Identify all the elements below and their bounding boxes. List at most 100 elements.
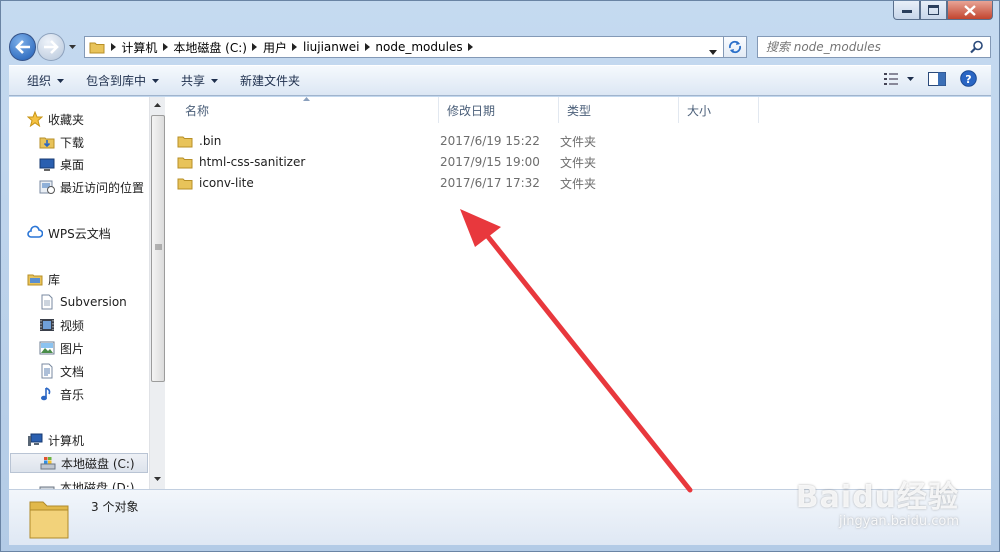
watermark-url: jingyan.baidu.com [839, 514, 959, 529]
scrollbar-thumb[interactable] [151, 115, 165, 382]
star-icon [27, 111, 43, 127]
file-type: 文件夹 [560, 176, 597, 191]
column-date-label: 修改日期 [447, 103, 496, 118]
refresh-icon [728, 40, 741, 54]
file-date: 2017/6/17 17:32 [440, 176, 540, 190]
breadcrumb-separator-icon[interactable] [157, 43, 173, 51]
content-area: 收藏夹 下载 桌面 最近访问的位置 WPS云文档 库 Subversion 视频… [9, 97, 991, 489]
maximize-icon [928, 5, 939, 15]
nav-wps-cloud[interactable]: WPS云文档 [27, 223, 111, 243]
column-name-label: 名称 [185, 103, 210, 118]
folder-icon [177, 176, 193, 190]
nav-favorites[interactable]: 收藏夹 [27, 109, 84, 129]
nav-subversion[interactable]: Subversion [39, 292, 127, 312]
nav-computer[interactable]: 计算机 [27, 430, 84, 450]
breadcrumb-user[interactable]: liujianwei [303, 40, 359, 54]
file-type: 文件夹 [560, 155, 597, 170]
column-header-type[interactable]: 类型 [559, 97, 679, 123]
organize-button[interactable]: 组织 [19, 69, 72, 93]
nav-drive-c-label: 本地磁盘 (C:) [61, 456, 135, 471]
file-row[interactable]: iconv-lite 2017/6/17 17:32 文件夹 [177, 173, 680, 193]
maximize-button[interactable] [920, 1, 947, 20]
nav-wps-cloud-label: WPS云文档 [48, 226, 111, 241]
forward-button[interactable] [37, 33, 65, 61]
breadcrumb-users[interactable]: 用户 [263, 39, 287, 56]
file-row[interactable]: html-css-sanitizer 2017/9/15 19:00 文件夹 [177, 152, 680, 172]
breadcrumb-separator-icon[interactable] [463, 43, 479, 51]
grip-icon [155, 244, 162, 250]
search-icon[interactable] [970, 40, 984, 57]
scroll-down-icon[interactable] [154, 477, 161, 481]
libraries-icon [27, 271, 43, 287]
column-header-size[interactable]: 大小 [679, 97, 759, 123]
caption-buttons [893, 1, 993, 20]
breadcrumb-drive-c[interactable]: 本地磁盘 (C:) [173, 39, 247, 56]
file-name: iconv-lite [199, 176, 254, 190]
nav-desktop-label: 桌面 [60, 157, 85, 172]
svg-text:?: ? [965, 73, 971, 86]
details-view-icon [884, 72, 898, 85]
column-header-date[interactable]: 修改日期 [439, 97, 559, 123]
nav-downloads[interactable]: 下载 [39, 132, 84, 152]
documents-icon [39, 363, 55, 379]
nav-pictures[interactable]: 图片 [39, 338, 84, 358]
nav-drive-d[interactable]: 本地磁盘 (D:) [39, 477, 134, 489]
nav-recent-places[interactable]: 最近访问的位置 [39, 177, 144, 197]
minimize-icon [901, 10, 912, 13]
recent-pages-dropdown[interactable] [67, 45, 79, 49]
address-row: 计算机 本地磁盘 (C:) 用户 liujianwei node_modules [9, 31, 991, 63]
include-in-library-button[interactable]: 包含到库中 [78, 69, 167, 93]
pictures-icon [39, 340, 55, 356]
explorer-window: 计算机 本地磁盘 (C:) 用户 liujianwei node_modules [0, 0, 1000, 552]
recent-places-icon [39, 179, 55, 195]
column-type-label: 类型 [567, 103, 592, 118]
help-button[interactable]: ? [960, 70, 977, 87]
watermark-brand: Baidu经验 [795, 480, 959, 515]
back-button[interactable] [9, 33, 37, 61]
cloud-icon [27, 225, 43, 241]
nav-documents-label: 文档 [60, 364, 85, 379]
folder-icon [177, 155, 193, 169]
music-icon [39, 386, 55, 402]
nav-music-label: 音乐 [60, 387, 85, 402]
scroll-up-icon[interactable] [154, 103, 161, 107]
column-header-name[interactable]: 名称 [167, 97, 439, 123]
nav-desktop[interactable]: 桌面 [39, 154, 84, 174]
chevron-down-icon [69, 45, 76, 49]
preview-pane-button[interactable] [928, 71, 946, 86]
search-box[interactable] [756, 36, 991, 58]
nav-documents[interactable]: 文档 [39, 361, 84, 381]
status-text: 3 个对象 [91, 500, 139, 514]
breadcrumb-separator-icon[interactable] [287, 43, 303, 51]
breadcrumb-node-modules[interactable]: node_modules [375, 40, 462, 54]
search-input[interactable] [765, 40, 966, 54]
change-view-button[interactable] [883, 72, 914, 86]
breadcrumb-separator-icon[interactable] [247, 43, 263, 51]
folder-icon [27, 492, 71, 545]
navigation-pane: 收藏夹 下载 桌面 最近访问的位置 WPS云文档 库 Subversion 视频… [9, 97, 165, 489]
chevron-down-icon [907, 76, 914, 81]
file-row[interactable]: .bin 2017/6/19 15:22 文件夹 [177, 131, 680, 151]
address-bar[interactable]: 计算机 本地磁盘 (C:) 用户 liujianwei node_modules [84, 36, 724, 58]
nav-libraries-label: 库 [48, 272, 61, 287]
breadcrumb-separator-icon[interactable] [359, 43, 375, 51]
refresh-button[interactable] [723, 36, 747, 58]
chevron-down-icon [152, 78, 160, 83]
file-name: html-css-sanitizer [199, 155, 306, 169]
new-folder-button[interactable]: 新建文件夹 [232, 69, 308, 93]
close-button[interactable] [947, 1, 993, 20]
address-history-dropdown[interactable] [708, 44, 717, 58]
file-list: 名称 修改日期 类型 大小 .bin 2017/6/19 15:22 文件夹 h… [167, 97, 991, 489]
breadcrumb-separator-icon[interactable] [105, 43, 121, 51]
navigation-scrollbar[interactable] [149, 97, 165, 489]
forward-arrow-icon [43, 40, 59, 54]
new-folder-label: 新建文件夹 [240, 74, 301, 88]
nav-libraries[interactable]: 库 [27, 269, 60, 289]
minimize-button[interactable] [893, 1, 920, 20]
nav-subversion-label: Subversion [60, 295, 127, 309]
nav-videos[interactable]: 视频 [39, 315, 84, 335]
breadcrumb-computer[interactable]: 计算机 [121, 39, 157, 56]
nav-music[interactable]: 音乐 [39, 384, 84, 404]
nav-drive-c[interactable]: 本地磁盘 (C:) [10, 453, 148, 473]
share-button[interactable]: 共享 [173, 69, 226, 93]
